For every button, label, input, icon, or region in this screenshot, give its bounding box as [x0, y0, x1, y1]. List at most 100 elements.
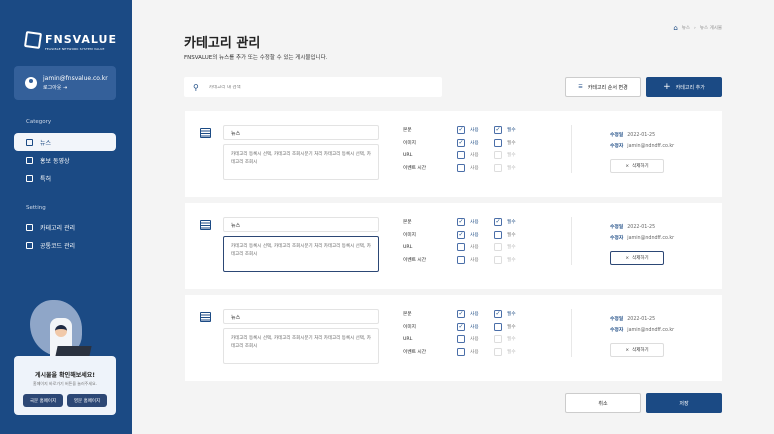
option-label: 이벤트 시간 [403, 257, 427, 263]
add-category-button[interactable]: + 카테고리 추가 [646, 77, 722, 97]
sidebar-item-patent[interactable]: 특허 [14, 169, 116, 187]
required-label: 필수 [507, 128, 516, 133]
list-icon [200, 128, 211, 138]
logout-link[interactable]: 로그아웃 ⇥ [43, 84, 108, 91]
required-checkbox[interactable]: ✓ [494, 218, 502, 226]
divider [571, 125, 572, 173]
category-card: 뉴스 카테고리 등록시 선택, 카테고리 조회시분기 처리 카테고리 등록시 선… [185, 111, 722, 197]
promo-title: 게시물을 확인해보세요! [34, 372, 96, 379]
category-name-input[interactable]: 뉴스 [223, 217, 379, 232]
required-checkbox[interactable] [494, 230, 502, 239]
required-checkbox [494, 347, 502, 356]
category-card: 뉴스 카테고리 등록시 선택, 카테고리 조회시분기 처리 카테고리 등록시 선… [185, 203, 722, 289]
search-box[interactable]: ⚲ [184, 77, 442, 97]
required-label: 필수 [507, 312, 516, 317]
modified-date-label: 수정일 [610, 133, 624, 138]
logo[interactable]: FNSVALUE FEASIBLE NETWORK SYSTEM VALUE [23, 28, 117, 51]
button-label: 카테고리 순서 변경 [587, 84, 628, 91]
modified-date: 수정일 2022-01-25 [610, 315, 655, 322]
delete-button[interactable]: × 삭제하기 [610, 251, 664, 265]
use-checkbox[interactable]: ✓ [457, 126, 465, 134]
category-description-textarea[interactable]: 카테고리 등록시 선택, 카테고리 조회시분기 처리 카테고리 등록시 선택, … [223, 328, 379, 364]
required-checkbox[interactable]: ✓ [494, 310, 502, 318]
category-name-input[interactable]: 뉴스 [223, 309, 379, 324]
use-checkbox[interactable] [457, 163, 465, 172]
use-checkbox[interactable]: ✓ [457, 310, 465, 318]
required-label: 필수 [507, 232, 516, 238]
reorder-category-button[interactable]: ☰ 카테고리 순서 변경 [565, 77, 641, 97]
breadcrumb-item: 뉴스 게시물 [699, 26, 722, 31]
close-icon: × [625, 163, 630, 169]
use-checkbox[interactable]: ✓ [457, 218, 465, 226]
use-checkbox[interactable] [457, 255, 465, 264]
use-checkbox[interactable]: ✓ [457, 138, 465, 147]
button-label: 삭제하기 [632, 164, 649, 169]
category-name-input[interactable]: 뉴스 [223, 125, 379, 140]
option-row: URL 사용 필수 [403, 150, 531, 160]
required-checkbox [494, 255, 502, 264]
modifier-value: jamin@ndndff.co.kr [627, 144, 675, 149]
modifier: 수정자 jamin@ndndff.co.kr [610, 234, 674, 241]
option-row: 본문 ✓ 사용 ✓ 필수 [403, 217, 531, 227]
required-label: 필수 [507, 245, 516, 250]
use-label: 사용 [470, 232, 479, 238]
sidebar-item-news[interactable]: 뉴스 [14, 133, 116, 151]
english-homepage-button[interactable]: 영문 홈페이지 [67, 394, 107, 407]
option-label: 이미지 [403, 324, 416, 330]
required-checkbox[interactable] [494, 322, 502, 331]
breadcrumb-separator: › [694, 25, 696, 31]
required-checkbox[interactable] [494, 138, 502, 147]
option-row: 이미지 ✓ 사용 필수 [403, 230, 531, 240]
modified-date-value: 2022-01-25 [627, 317, 656, 322]
use-label: 사용 [470, 349, 479, 355]
plus-icon: + [663, 82, 671, 92]
use-label: 사용 [470, 312, 479, 317]
category-description-textarea[interactable]: 카테고리 등록시 선택, 카테고리 조회시분기 처리 카테고리 등록시 선택, … [223, 144, 379, 180]
sidebar-item-common-code[interactable]: 공통코드 관리 [14, 236, 116, 254]
cancel-button[interactable]: 취소 [565, 393, 641, 413]
option-label: URL [403, 244, 413, 250]
logout-icon: ⇥ [63, 85, 68, 91]
delete-button[interactable]: × 삭제하기 [610, 159, 664, 173]
use-checkbox[interactable]: ✓ [457, 322, 465, 331]
logo-icon [23, 30, 43, 49]
modified-date-value: 2022-01-25 [627, 133, 656, 138]
use-checkbox[interactable] [457, 151, 465, 159]
use-label: 사용 [470, 257, 479, 263]
list-icon [26, 156, 33, 164]
use-checkbox[interactable] [457, 335, 465, 343]
delete-button[interactable]: × 삭제하기 [610, 343, 664, 357]
category-card: 뉴스 카테고리 등록시 선택, 카테고리 조회시분기 처리 카테고리 등록시 선… [185, 295, 722, 381]
option-label: 이미지 [403, 140, 416, 146]
required-checkbox[interactable]: ✓ [494, 126, 502, 134]
page-title: 카테고리 관리 [184, 36, 261, 51]
category-description-textarea[interactable]: 카테고리 등록시 선택, 카테고리 조회시분기 처리 카테고리 등록시 선택, … [223, 236, 379, 272]
use-checkbox[interactable] [457, 243, 465, 251]
use-checkbox[interactable]: ✓ [457, 230, 465, 239]
home-icon[interactable]: ⌂ [673, 24, 677, 32]
use-checkbox[interactable] [457, 347, 465, 356]
required-label: 필수 [507, 220, 516, 225]
breadcrumb-item[interactable]: 뉴스 [682, 25, 690, 31]
korean-homepage-button[interactable]: 국문 홈페이지 [23, 394, 63, 407]
sidebar-item-category-management[interactable]: 카테고리 관리 [14, 218, 116, 236]
list-icon [200, 312, 211, 322]
modified-date-value: 2022-01-25 [627, 225, 656, 230]
user-card: jamin@fnsvalue.co.kr 로그아웃 ⇥ [14, 66, 116, 100]
use-label: 사용 [470, 245, 479, 250]
use-label: 사용 [470, 153, 479, 158]
modifier: 수정자 jamin@ndndff.co.kr [610, 142, 674, 149]
button-label: 삭제하기 [632, 256, 649, 261]
required-label: 필수 [507, 140, 516, 146]
save-button[interactable]: 저장 [646, 393, 722, 413]
page-subtitle: FNSVALUE의 뉴스를 추가 또는 수정할 수 있는 게시물입니다. [184, 55, 328, 61]
code-icon [26, 241, 33, 249]
sidebar-item-promo-video[interactable]: 홍보 동영상 [14, 151, 116, 169]
reorder-icon: ☰ [578, 84, 583, 90]
use-label: 사용 [470, 165, 479, 171]
option-label: URL [403, 152, 413, 158]
search-input[interactable] [208, 84, 409, 90]
button-label: 카테고리 추가 [675, 84, 705, 91]
use-label: 사용 [470, 140, 479, 146]
logo-subtitle: FEASIBLE NETWORK SYSTEM VALUE [45, 47, 105, 51]
